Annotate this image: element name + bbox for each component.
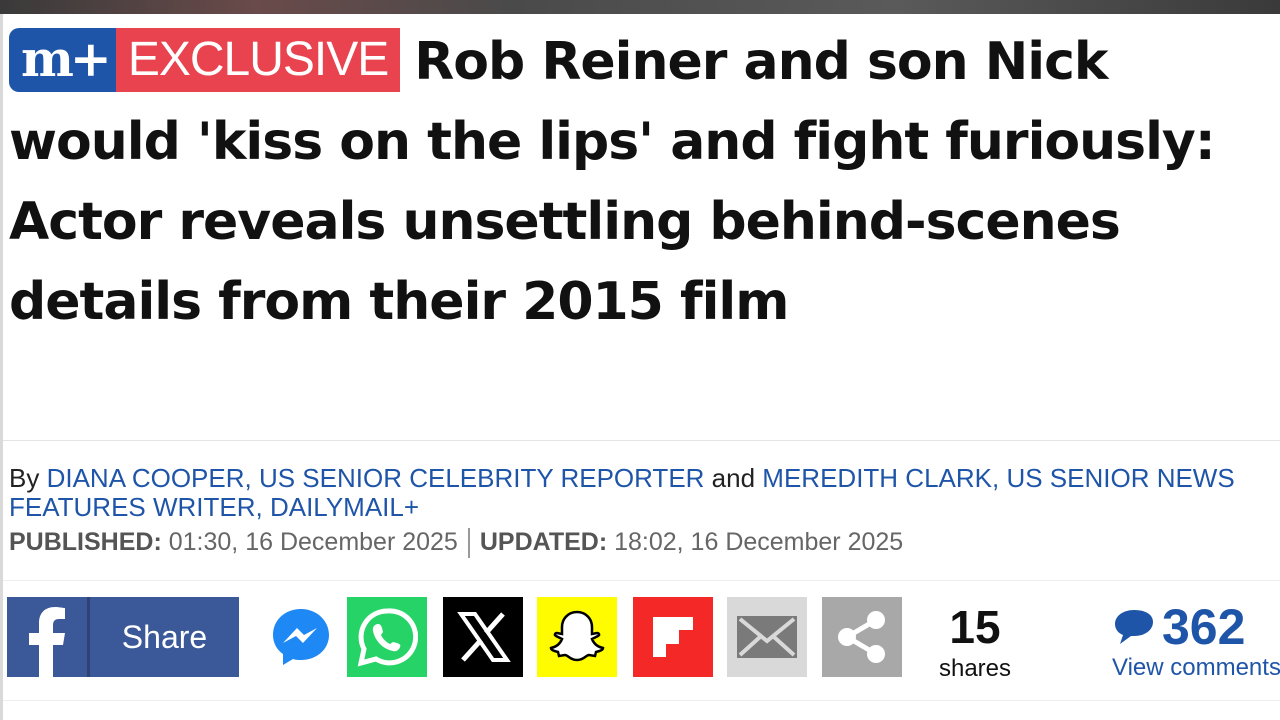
date-separator [467,528,470,559]
messenger-icon [273,609,329,665]
x-share-button[interactable] [443,597,523,677]
share-count-number: 15 [949,601,1001,653]
share-count-label: shares [938,655,1012,682]
more-share-button[interactable] [822,597,902,677]
published-value: 01:30, 16 December 2025 [168,528,458,556]
snapchat-icon [549,610,605,662]
divider [3,580,1280,581]
whatsapp-icon [357,608,418,667]
flipboard-share-button[interactable] [633,597,713,677]
view-comments-label: View comments [1112,654,1280,681]
mplus-badge[interactable]: m+ [9,28,116,92]
divider [3,700,1280,701]
left-edge [0,14,3,720]
updated-label: UPDATED: [479,528,608,556]
share-icon [838,611,885,663]
share-count: 15 shares [935,597,1015,681]
comments-link[interactable]: 362 View comments [1112,597,1280,680]
email-share-button[interactable] [727,597,807,677]
published-label: PUBLISHED: [9,528,162,556]
comment-count: 362 [1162,599,1246,655]
byline-and: and [711,463,756,493]
byline-by: By [9,463,40,493]
article-dates: PUBLISHED: 01:30, 16 December 2025 UPDATE… [9,528,904,559]
facebook-share-label: Share [121,619,208,655]
author-link-1[interactable]: DIANA COOPER, US SENIOR CELEBRITY REPORT… [47,463,705,493]
facebook-share-button[interactable]: Share [7,597,239,677]
x-icon [457,612,511,662]
exclusive-badge: EXCLUSIVE [115,28,401,92]
facebook-icon [7,597,87,677]
divider [3,440,1280,441]
whatsapp-share-button[interactable] [347,597,427,677]
article-headline: m+ EXCLUSIVE Rob Reiner and son Nick would… [9,22,1269,342]
snapchat-share-button[interactable] [537,597,617,677]
byline: By DIANA COOPER, US SENIOR CELEBRITY REP… [9,464,1249,522]
top-browser-strip [0,0,1280,14]
messenger-share-button[interactable] [261,597,341,677]
comment-bubble-icon [1115,610,1153,644]
email-icon [737,616,797,658]
updated-value: 18:02, 16 December 2025 [614,528,904,556]
flipboard-icon [653,617,693,657]
